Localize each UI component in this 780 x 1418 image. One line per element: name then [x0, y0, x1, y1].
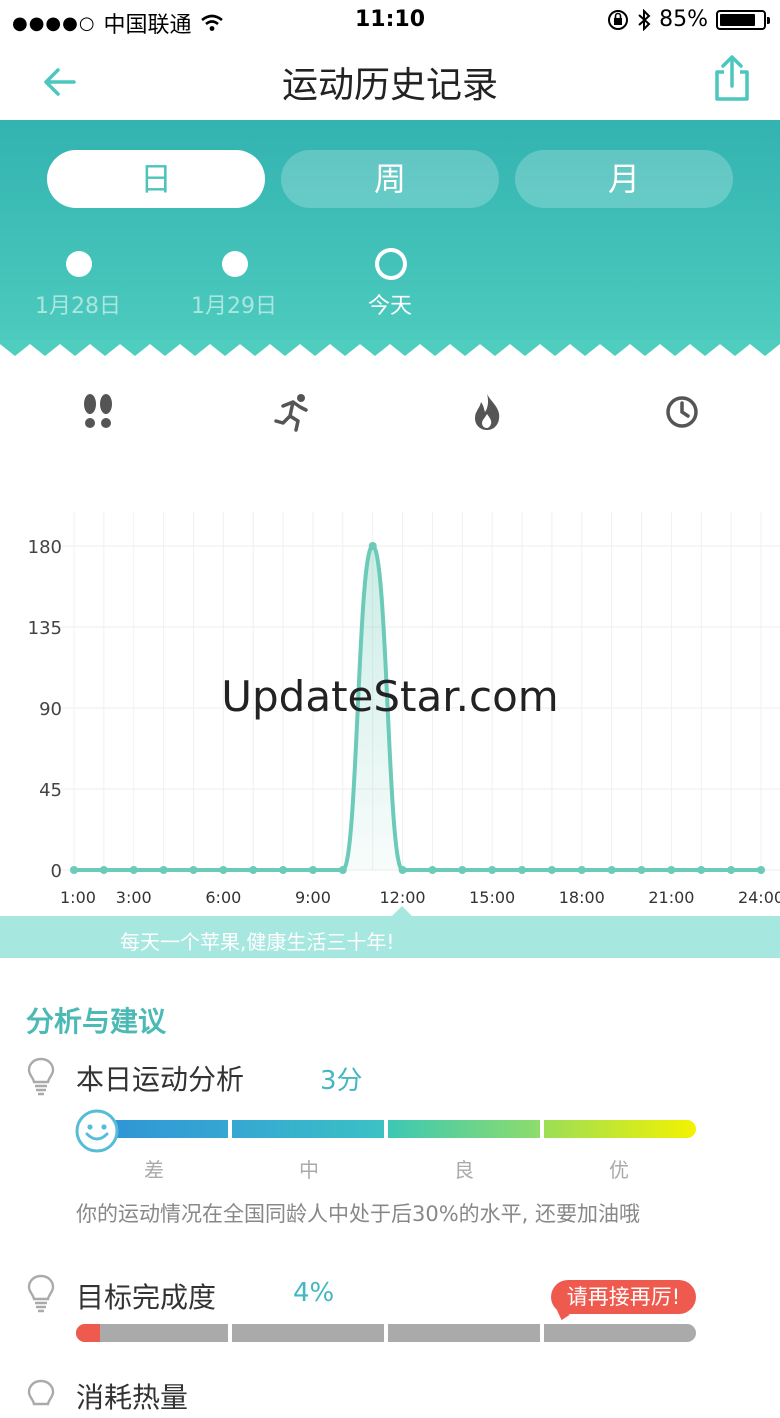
footsteps-icon[interactable]	[78, 392, 118, 432]
y-tick-label: 135	[28, 618, 62, 639]
grade-good: 良	[454, 1158, 474, 1182]
goal-seg-3	[388, 1324, 540, 1342]
day-label-jan28[interactable]: 1月28日	[18, 288, 138, 320]
y-tick-label: 0	[51, 861, 62, 882]
running-icon[interactable]	[273, 392, 313, 432]
goal-seg-2	[232, 1324, 384, 1342]
data-point	[279, 866, 288, 874]
x-tick-label: 3:00	[116, 888, 152, 907]
grade-excellent: 优	[609, 1158, 629, 1182]
data-point	[607, 866, 616, 874]
data-point	[368, 542, 377, 550]
score-bar	[76, 1120, 696, 1138]
day-dot-jan29[interactable]	[222, 251, 248, 277]
tab-month[interactable]: 月	[515, 150, 733, 208]
slogan-bar: 每天一个苹果,健康生活三十年!	[0, 916, 780, 958]
y-tick-label: 45	[39, 780, 62, 801]
grade-poor: 差	[144, 1158, 164, 1182]
day-dot-jan28[interactable]	[66, 251, 92, 277]
battery-icon	[716, 9, 770, 30]
bluetooth-icon	[638, 8, 651, 31]
x-tick-label: 24:00	[738, 888, 780, 907]
tab-day[interactable]: 日	[47, 150, 265, 208]
data-point	[189, 866, 198, 874]
data-point	[129, 866, 138, 874]
x-tick-label: 18:00	[559, 888, 605, 907]
goal-label: 目标完成度	[76, 1281, 217, 1314]
zigzag-divider	[0, 340, 780, 366]
y-tick-label: 180	[28, 537, 62, 558]
lightbulb-icon	[27, 1057, 55, 1096]
goal-seg-4	[544, 1324, 696, 1342]
data-point	[458, 866, 467, 874]
x-tick-label: 1:00	[60, 888, 96, 907]
watermark: UpdateStar.com	[221, 672, 559, 721]
slogan-text: 每天一个苹果,健康生活三十年!	[120, 930, 395, 954]
data-point	[159, 866, 168, 874]
daily-analysis-label: 本日运动分析	[76, 1063, 245, 1096]
data-point	[308, 866, 317, 874]
data-point	[637, 866, 646, 874]
x-tick-label: 6:00	[205, 888, 241, 907]
data-point	[547, 866, 556, 874]
smiley-face-icon	[75, 1109, 119, 1153]
data-point	[249, 866, 258, 874]
data-point	[338, 866, 347, 874]
grade-mid: 中	[299, 1158, 319, 1182]
data-point	[428, 866, 437, 874]
rotation-lock-icon	[608, 9, 629, 30]
data-point	[667, 866, 676, 874]
data-point	[219, 866, 228, 874]
lightbulb-icon	[27, 1274, 55, 1313]
goal-progress-bar	[76, 1324, 696, 1342]
data-point	[99, 866, 108, 874]
x-tick-label: 15:00	[469, 888, 515, 907]
data-point	[70, 866, 78, 874]
score-seg-excellent	[544, 1120, 696, 1138]
analysis-title: 分析与建议	[26, 1005, 167, 1038]
status-bar: ●●●●○ 中国联通 11:10 85%	[0, 0, 780, 40]
x-tick-label: 12:00	[380, 888, 426, 907]
calories-label-partial: 消耗热量	[76, 1381, 189, 1414]
day-dot-today[interactable]	[375, 248, 407, 280]
score-seg-mid	[232, 1120, 384, 1138]
flame-icon[interactable]	[467, 392, 507, 432]
x-tick-label: 9:00	[295, 888, 331, 907]
goal-progress-fill	[76, 1324, 101, 1342]
data-point	[518, 866, 527, 874]
page-title: 运动历史记录	[281, 65, 498, 106]
encourage-badge: 请再接再厉!	[551, 1280, 696, 1314]
data-point	[488, 866, 497, 874]
battery-percent: 85%	[659, 7, 708, 32]
status-right: 85%	[607, 7, 770, 32]
lightbulb-icon	[27, 1379, 55, 1406]
daily-description: 你的运动情况在全国同龄人中处于后30%的水平, 还要加油哦	[76, 1202, 641, 1226]
day-label-today[interactable]: 今天	[330, 288, 450, 320]
data-point	[577, 866, 586, 874]
data-point	[727, 866, 736, 874]
nav-bar: 运动历史记录	[0, 40, 780, 120]
goal-seg-1	[76, 1324, 228, 1342]
battery-fill	[720, 13, 756, 26]
share-icon[interactable]	[712, 54, 752, 102]
clock-icon[interactable]	[662, 392, 702, 432]
daily-score: 3分	[320, 1066, 363, 1096]
day-label-jan29[interactable]: 1月29日	[174, 288, 294, 320]
slogan-pointer	[392, 906, 412, 916]
tab-week[interactable]: 周	[281, 150, 499, 208]
goal-percent: 4%	[293, 1278, 335, 1308]
score-seg-good	[388, 1120, 540, 1138]
x-tick-label: 21:00	[648, 888, 694, 907]
data-point	[697, 866, 706, 874]
data-point	[757, 866, 765, 874]
data-point	[398, 866, 407, 874]
